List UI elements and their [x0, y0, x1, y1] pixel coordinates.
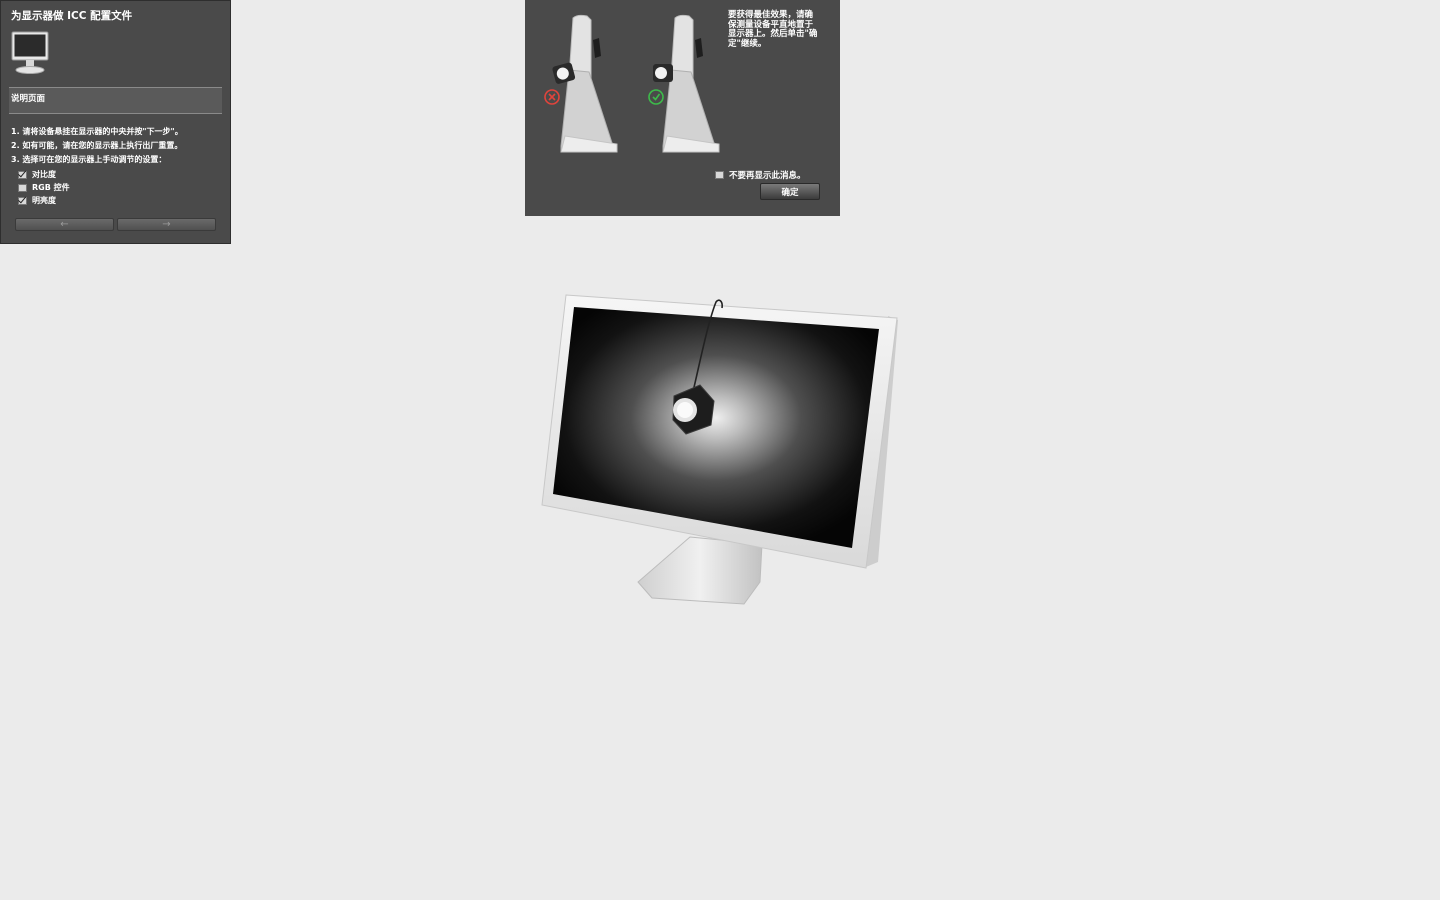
- rgb-controls-checkbox[interactable]: [18, 183, 27, 192]
- brightness-checkbox[interactable]: [18, 196, 27, 205]
- correct-placement-figure: [653, 14, 720, 153]
- instruction-step: 3. 选择可在您的显示器上手动调节的设置：: [11, 155, 167, 164]
- dont-show-label: 不要再显示此消息。: [729, 171, 806, 181]
- wizard-title: 为显示器做 ICC 配置文件: [11, 10, 133, 22]
- wrong-placement-figure: [552, 14, 618, 153]
- next-button[interactable]: →: [117, 218, 216, 231]
- separator: [9, 113, 222, 114]
- option-label: RGB 控件: [32, 183, 70, 192]
- arrow-right-icon: →: [162, 219, 171, 230]
- instruction-step: 2. 如有可能，请在您的显示器上执行出厂重置。: [11, 141, 183, 150]
- check-mark: [652, 93, 661, 101]
- profile-wizard-panel: 为显示器做 ICC 配置文件 说明页面 1. 请将设备悬挂在显示器的中央并按"下…: [0, 0, 231, 244]
- monitor-icon: [11, 31, 49, 74]
- arrow-left-icon: ←: [60, 219, 69, 230]
- adjustable-settings: 对比度 RGB 控件 明亮度: [18, 168, 70, 207]
- ok-button[interactable]: 确定: [760, 183, 820, 200]
- check-circle-icon: [648, 89, 664, 105]
- monitor-with-colorimeter-illustration: [541, 294, 898, 605]
- option-rgb-controls[interactable]: RGB 控件: [18, 181, 70, 194]
- option-label: 明亮度: [32, 196, 56, 205]
- placement-illustration: [544, 14, 720, 153]
- section-title: 说明页面: [11, 94, 46, 104]
- instruction-list: 1. 请将设备悬挂在显示器的中央并按"下一步"。 2. 如有可能，请在您的显示器…: [11, 125, 183, 167]
- instruction-step: 1. 请将设备悬挂在显示器的中央并按"下一步"。: [11, 127, 183, 136]
- dont-show-again[interactable]: 不要再显示此消息。: [715, 169, 806, 181]
- x-mark: [548, 93, 556, 101]
- contrast-checkbox[interactable]: [18, 170, 27, 179]
- placement-dialog: 要获得最佳效果，请确保测量设备平直地置于显示器上。然后单击"确定"继续。 不要再…: [525, 0, 840, 216]
- option-contrast[interactable]: 对比度: [18, 168, 70, 181]
- dont-show-checkbox[interactable]: [715, 171, 724, 179]
- section-header: 说明页面: [9, 88, 222, 113]
- option-brightness[interactable]: 明亮度: [18, 194, 70, 207]
- back-button[interactable]: ←: [15, 218, 114, 231]
- placement-message: 要获得最佳效果，请确保测量设备平直地置于显示器上。然后单击"确定"继续。: [728, 10, 818, 49]
- option-label: 对比度: [32, 170, 56, 179]
